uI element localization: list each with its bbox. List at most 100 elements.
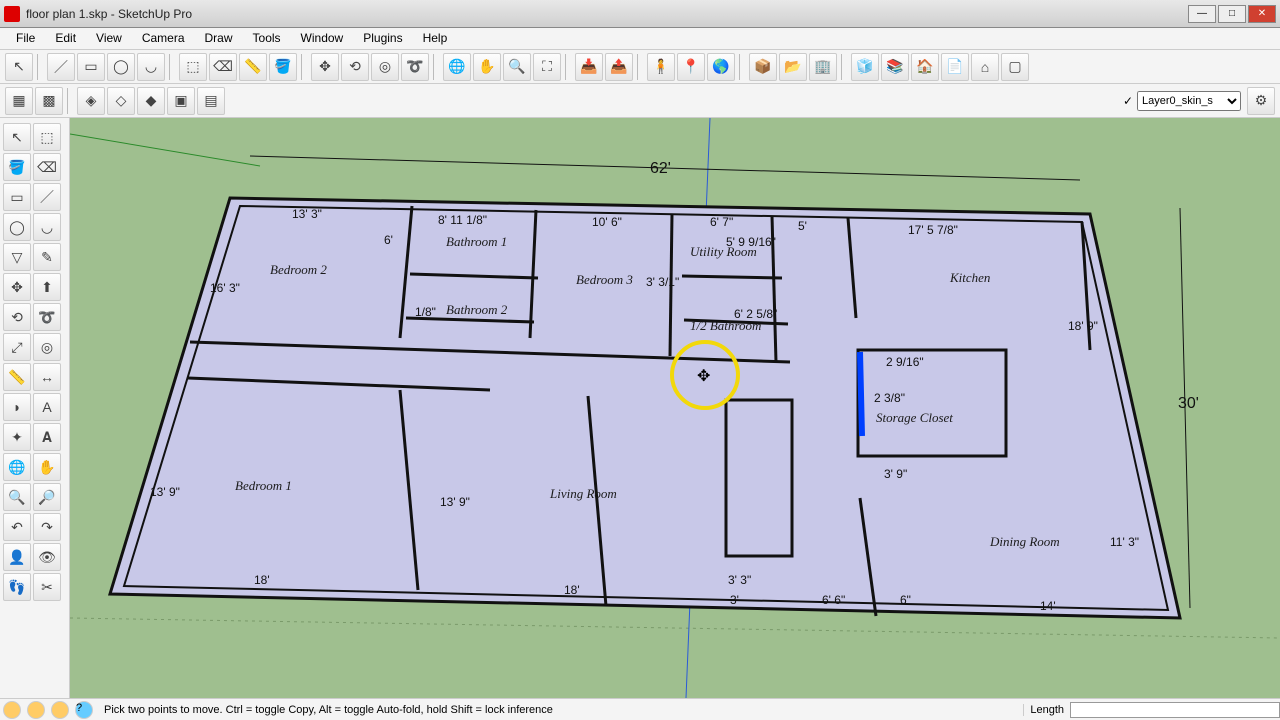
sandbox7-icon[interactable]: ▤	[197, 87, 225, 115]
side-paint-icon[interactable]: 🪣	[3, 153, 31, 181]
side-zoomwin-icon[interactable]: 🔎	[33, 483, 61, 511]
sandbox2-icon[interactable]: ▩	[35, 87, 63, 115]
maximize-button[interactable]: □	[1218, 5, 1246, 23]
side-section-icon[interactable]: ✂	[33, 573, 61, 601]
component-icon[interactable]: 🧊	[851, 53, 879, 81]
house-icon[interactable]: 🏠	[911, 53, 939, 81]
svg-text:3' 3/1": 3' 3/1"	[646, 275, 679, 289]
status-icon-1[interactable]	[3, 701, 21, 719]
side-follow-icon[interactable]: ➰	[33, 303, 61, 331]
svg-text:3' 3": 3' 3"	[728, 573, 751, 587]
menu-tools[interactable]: Tools	[243, 28, 291, 49]
menu-window[interactable]: Window	[291, 28, 354, 49]
side-component-icon[interactable]: ⬚	[33, 123, 61, 151]
side-eraser-icon[interactable]: ⌫	[33, 153, 61, 181]
orbit-icon[interactable]: 🌐	[443, 53, 471, 81]
rectangle-icon[interactable]: ▭	[77, 53, 105, 81]
menu-help[interactable]: Help	[413, 28, 458, 49]
tape-icon[interactable]: 📏	[239, 53, 267, 81]
group-icon[interactable]: 📚	[881, 53, 909, 81]
import-icon[interactable]: 📂	[779, 53, 807, 81]
side-pan-icon[interactable]: ✋	[33, 453, 61, 481]
side-text-icon[interactable]: A	[33, 393, 61, 421]
side-rotate-icon[interactable]: ⟲	[3, 303, 31, 331]
viewport[interactable]: 62' 30'	[70, 118, 1280, 698]
side-zoom-icon[interactable]: 🔍	[3, 483, 31, 511]
arc-icon[interactable]: ◡	[137, 53, 165, 81]
side-circle-icon[interactable]: ◯	[3, 213, 31, 241]
side-rect-icon[interactable]: ▭	[3, 183, 31, 211]
menu-camera[interactable]: Camera	[132, 28, 195, 49]
menu-view[interactable]: View	[86, 28, 132, 49]
side-orbit-icon[interactable]: 🌐	[3, 453, 31, 481]
menu-plugins[interactable]: Plugins	[353, 28, 412, 49]
length-input[interactable]	[1070, 702, 1280, 718]
side-freehand-icon[interactable]: ✎	[33, 243, 61, 271]
side-offset-icon[interactable]: ◎	[33, 333, 61, 361]
svg-text:14': 14'	[1040, 599, 1056, 613]
sandbox5-icon[interactable]: ◆	[137, 87, 165, 115]
offset-icon[interactable]: ◎	[371, 53, 399, 81]
line-icon[interactable]: ／	[47, 53, 75, 81]
side-move-icon[interactable]: ✥	[3, 273, 31, 301]
svg-text:18': 18'	[254, 573, 270, 587]
building-icon[interactable]: 🏢	[809, 53, 837, 81]
side-arc-icon[interactable]: ◡	[33, 213, 61, 241]
side-position-icon[interactable]: 👤	[3, 543, 31, 571]
eraser-icon[interactable]: ⌫	[209, 53, 237, 81]
roof-icon[interactable]: ⌂	[971, 53, 999, 81]
side-tape-icon[interactable]: 📏	[3, 363, 31, 391]
sandbox3-icon[interactable]: ◈	[77, 87, 105, 115]
get-models-icon[interactable]: 📥	[575, 53, 603, 81]
globe-icon[interactable]: 🌎	[707, 53, 735, 81]
side-3dtext-icon[interactable]: 𝐀	[33, 423, 61, 451]
side-line-icon[interactable]: ／	[33, 183, 61, 211]
app-icon	[4, 6, 20, 22]
svg-text:2 3/8": 2 3/8"	[874, 391, 905, 405]
side-poly-icon[interactable]: ▽	[3, 243, 31, 271]
menu-edit[interactable]: Edit	[45, 28, 86, 49]
svg-text:Bedroom 1: Bedroom 1	[235, 478, 292, 493]
side-dim-icon[interactable]: ↔	[33, 363, 61, 391]
side-next-icon[interactable]: ↷	[33, 513, 61, 541]
svg-text:16' 3": 16' 3"	[210, 281, 240, 295]
pushpull-icon[interactable]: ⬚	[179, 53, 207, 81]
menu-draw[interactable]: Draw	[195, 28, 243, 49]
zoom-extents-icon[interactable]: ⛶	[533, 53, 561, 81]
layer-manager-icon[interactable]: ⚙	[1247, 87, 1275, 115]
select-icon[interactable]: ↖	[5, 53, 33, 81]
side-prev-icon[interactable]: ↶	[3, 513, 31, 541]
followme-icon[interactable]: ➰	[401, 53, 429, 81]
pan-icon[interactable]: ✋	[473, 53, 501, 81]
paint-icon[interactable]: 🪣	[269, 53, 297, 81]
toolbar-secondary: ▦ ▩ ◈ ◇ ◆ ▣ ▤ ✓ Layer0_skin_s ⚙	[0, 84, 1280, 118]
svg-text:5': 5'	[798, 219, 807, 233]
page-icon[interactable]: 📄	[941, 53, 969, 81]
menu-file[interactable]: File	[6, 28, 45, 49]
status-icon-2[interactable]	[27, 701, 45, 719]
close-button[interactable]: ✕	[1248, 5, 1276, 23]
move-icon[interactable]: ✥	[311, 53, 339, 81]
side-select-icon[interactable]: ↖	[3, 123, 31, 151]
circle-icon[interactable]: ◯	[107, 53, 135, 81]
place-icon[interactable]: 📍	[677, 53, 705, 81]
person-icon[interactable]: 🧍	[647, 53, 675, 81]
share-model-icon[interactable]: 📤	[605, 53, 633, 81]
blank-icon[interactable]: ▢	[1001, 53, 1029, 81]
side-walk-icon[interactable]: 👣	[3, 573, 31, 601]
rotate-icon[interactable]: ⟲	[341, 53, 369, 81]
side-look-icon[interactable]: 👁	[33, 543, 61, 571]
zoom-icon[interactable]: 🔍	[503, 53, 531, 81]
status-icon-3[interactable]	[51, 701, 69, 719]
sandbox1-icon[interactable]: ▦	[5, 87, 33, 115]
sandbox6-icon[interactable]: ▣	[167, 87, 195, 115]
layer-dropdown[interactable]: Layer0_skin_s	[1137, 91, 1241, 111]
side-scale-icon[interactable]: ⤢	[3, 333, 31, 361]
minimize-button[interactable]: —	[1188, 5, 1216, 23]
sandbox4-icon[interactable]: ◇	[107, 87, 135, 115]
side-protractor-icon[interactable]: ◗	[3, 393, 31, 421]
side-axes-icon[interactable]: ✦	[3, 423, 31, 451]
help-icon[interactable]: ?	[75, 701, 93, 719]
side-pushpull-icon[interactable]: ⬆	[33, 273, 61, 301]
export-icon[interactable]: 📦	[749, 53, 777, 81]
